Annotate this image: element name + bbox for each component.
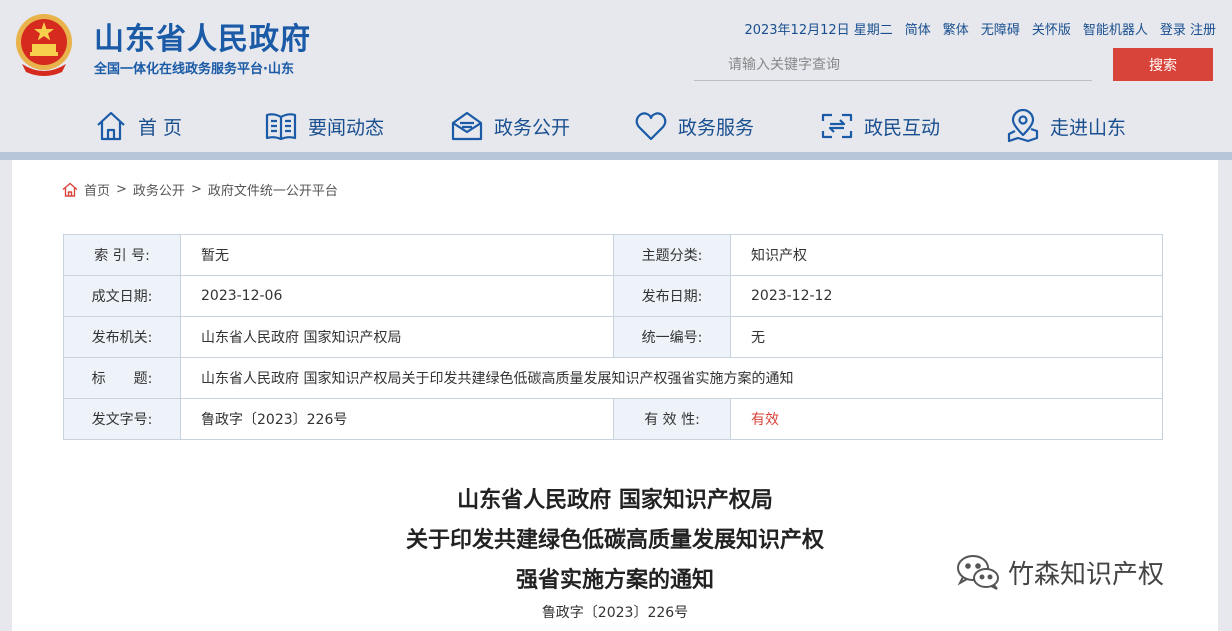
nav-label: 要闻动态 bbox=[308, 116, 385, 139]
search-button[interactable]: 搜索 bbox=[1113, 48, 1213, 81]
site-title[interactable]: 山东省人民政府 bbox=[94, 14, 311, 58]
meta-topic-value: 知识产权 bbox=[730, 234, 1163, 276]
meta-validity-value: 有效 bbox=[730, 398, 1163, 440]
nav-label: 走进山东 bbox=[1050, 116, 1127, 139]
breadcrumb-gov-affairs[interactable]: 政务公开 bbox=[133, 180, 185, 199]
meta-label: 索 引 号: bbox=[63, 234, 181, 276]
main-nav: 首 页 要闻动态 政务公开 政务服务 政民互动 走进山东 bbox=[0, 104, 1232, 148]
nav-home[interactable]: 首 页 bbox=[94, 104, 182, 148]
meta-label: 统一编号: bbox=[613, 316, 731, 358]
breadcrumb-separator: > bbox=[190, 182, 202, 197]
table-row: 标 题: 山东省人民政府 国家知识产权局关于印发共建绿色低碳高质量发展知识产权强… bbox=[63, 357, 1163, 399]
top-links: 2023年12月12日 星期二 简体 繁体 无障碍 关怀版 智能机器人 登录 注… bbox=[744, 19, 1216, 38]
nav-gov-affairs[interactable]: 政务公开 bbox=[450, 104, 570, 148]
breadcrumb-home[interactable]: 首页 bbox=[84, 180, 110, 199]
mail-icon bbox=[451, 111, 483, 141]
meta-serial-value: 无 bbox=[730, 316, 1163, 358]
nav-label: 政民互动 bbox=[864, 116, 941, 139]
meta-label: 发布日期: bbox=[613, 275, 731, 317]
document-title-line-2: 关于印发共建绿色低碳高质量发展知识产权 bbox=[405, 528, 824, 553]
search-input[interactable] bbox=[694, 50, 1092, 80]
nav-news[interactable]: 要闻动态 bbox=[264, 104, 384, 148]
document-number: 鲁政字〔2023〕226号 bbox=[541, 605, 689, 621]
meta-index-value: 暂无 bbox=[180, 234, 614, 276]
meta-label: 主题分类: bbox=[613, 234, 731, 276]
nav-divider bbox=[0, 152, 1232, 160]
meta-label: 发布机关: bbox=[63, 316, 181, 358]
link-care-version[interactable]: 关怀版 bbox=[1032, 19, 1071, 38]
meta-published-value: 2023-12-12 bbox=[730, 275, 1163, 317]
nav-explore-shandong[interactable]: 走进山东 bbox=[1006, 104, 1126, 148]
site-subtitle[interactable]: 全国一体化在线政务服务平台·山东 bbox=[94, 58, 294, 77]
nav-interaction[interactable]: 政民互动 bbox=[820, 104, 940, 148]
search-box bbox=[694, 50, 1092, 81]
meta-label: 发文字号: bbox=[63, 398, 181, 440]
meta-docno-value: 鲁政字〔2023〕226号 bbox=[180, 398, 614, 440]
document-title-line-1: 山东省人民政府 国家知识产权局 bbox=[457, 488, 773, 513]
map-pin-icon bbox=[1007, 109, 1039, 143]
meta-label: 有 效 性: bbox=[613, 398, 731, 440]
breadcrumb-doc-platform[interactable]: 政府文件统一公开平台 bbox=[208, 180, 338, 199]
home-icon[interactable] bbox=[62, 182, 78, 197]
breadcrumb-separator: > bbox=[116, 182, 127, 197]
table-row: 索 引 号: 暂无 主题分类: 知识产权 bbox=[63, 234, 1163, 276]
link-login-register[interactable]: 登录 注册 bbox=[1160, 19, 1216, 38]
breadcrumb: 首页 > 政务公开 > 政府文件统一公开平台 bbox=[62, 180, 338, 199]
wechat-icon bbox=[957, 555, 999, 590]
interaction-icon bbox=[821, 113, 853, 139]
table-row: 成文日期: 2023-12-06 发布日期: 2023-12-12 bbox=[63, 275, 1163, 317]
home-icon bbox=[97, 111, 125, 141]
nav-label: 首 页 bbox=[138, 116, 183, 139]
table-row: 发文字号: 鲁政字〔2023〕226号 有 效 性: 有效 bbox=[63, 398, 1163, 440]
meta-title-value: 山东省人民政府 国家知识产权局关于印发共建绿色低碳高质量发展知识产权强省实施方案… bbox=[180, 357, 1163, 399]
watermark-text: 竹森知识产权 bbox=[1008, 559, 1165, 590]
watermark: 竹森知识产权 bbox=[954, 552, 1164, 592]
nav-label: 政务服务 bbox=[678, 116, 755, 139]
meta-label: 标 题: bbox=[63, 357, 181, 399]
site-header: 山东省人民政府 全国一体化在线政务服务平台·山东 2023年12月12日 星期二… bbox=[0, 0, 1232, 160]
link-traditional[interactable]: 繁体 bbox=[943, 19, 969, 38]
document-meta-table: 索 引 号: 暂无 主题分类: 知识产权 成文日期: 2023-12-06 发布… bbox=[63, 234, 1163, 440]
link-robot[interactable]: 智能机器人 bbox=[1083, 19, 1148, 38]
nav-gov-services[interactable]: 政务服务 bbox=[634, 104, 754, 148]
book-icon bbox=[265, 113, 297, 141]
meta-issuer-value: 山东省人民政府 国家知识产权局 bbox=[180, 316, 614, 358]
meta-created-value: 2023-12-06 bbox=[180, 275, 614, 317]
table-row: 发布机关: 山东省人民政府 国家知识产权局 统一编号: 无 bbox=[63, 316, 1163, 358]
nav-label: 政务公开 bbox=[494, 116, 571, 139]
link-accessibility[interactable]: 无障碍 bbox=[981, 19, 1020, 38]
link-simplified[interactable]: 简体 bbox=[905, 19, 931, 38]
current-date: 2023年12月12日 星期二 bbox=[744, 23, 893, 38]
heart-icon bbox=[635, 112, 667, 141]
national-emblem-icon[interactable] bbox=[14, 12, 74, 78]
meta-label: 成文日期: bbox=[63, 275, 181, 317]
main-content: 首页 > 政务公开 > 政府文件统一公开平台 索 引 号: 暂无 主题分类: 知… bbox=[12, 160, 1218, 631]
